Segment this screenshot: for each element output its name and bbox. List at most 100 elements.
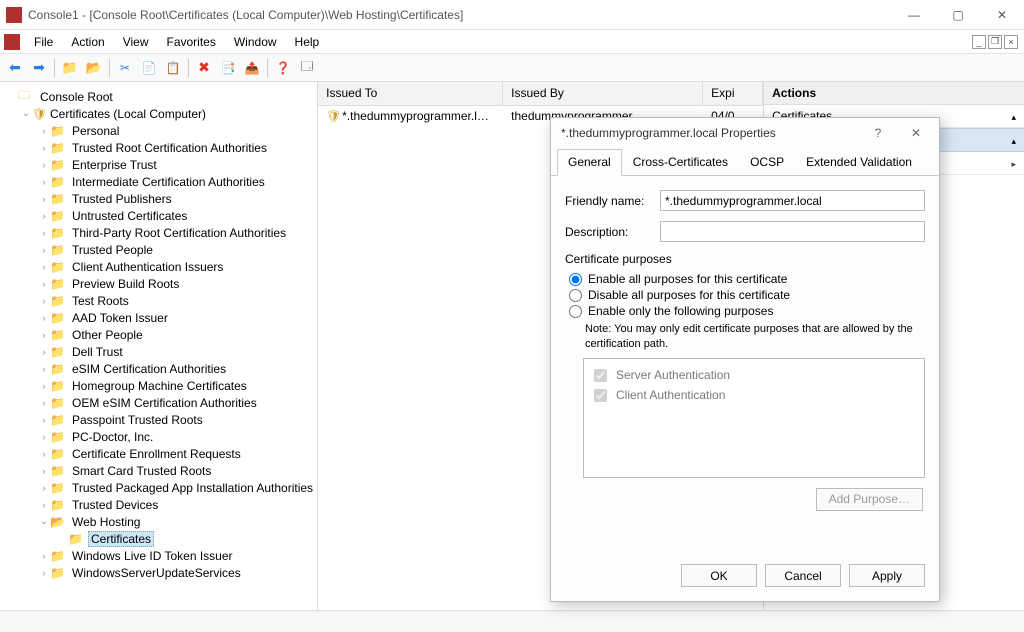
expand-icon[interactable]: › bbox=[38, 364, 50, 374]
expand-icon[interactable]: › bbox=[38, 347, 50, 357]
tree-node[interactable]: ›Preview Build Roots bbox=[2, 275, 315, 292]
tree-node[interactable]: ›Personal bbox=[2, 122, 315, 139]
menu-window[interactable]: Window bbox=[226, 33, 285, 51]
collapse-icon[interactable] bbox=[1011, 133, 1016, 147]
tree-node[interactable]: ›Homegroup Machine Certificates bbox=[2, 377, 315, 394]
expand-icon[interactable]: › bbox=[38, 449, 50, 459]
tree-node[interactable]: ›Windows Live ID Token Issuer bbox=[2, 547, 315, 564]
description-input[interactable] bbox=[660, 221, 925, 242]
expand-icon[interactable]: › bbox=[38, 262, 50, 272]
radio-enable-all[interactable]: Enable all purposes for this certificate bbox=[569, 272, 925, 286]
menu-help[interactable]: Help bbox=[287, 33, 328, 51]
tree-node[interactable]: ›Untrusted Certificates bbox=[2, 207, 315, 224]
radio-enable-all-input[interactable] bbox=[569, 273, 582, 286]
expand-icon[interactable]: › bbox=[38, 245, 50, 255]
expand-icon[interactable]: › bbox=[38, 330, 50, 340]
expand-icon[interactable]: › bbox=[38, 279, 50, 289]
up-button[interactable] bbox=[59, 57, 81, 79]
tree-web-hosting[interactable]: ⌄ Web Hosting bbox=[2, 513, 315, 530]
copy-button[interactable] bbox=[138, 57, 160, 79]
tree-node[interactable]: ›Smart Card Trusted Roots bbox=[2, 462, 315, 479]
menu-file[interactable]: File bbox=[26, 33, 61, 51]
tree-node[interactable]: ›Passpoint Trusted Roots bbox=[2, 411, 315, 428]
console-tree[interactable]: Console Root ⌄ Certificates (Local Compu… bbox=[0, 82, 318, 610]
cut-button[interactable] bbox=[114, 57, 136, 79]
tab-extended-validation[interactable]: Extended Validation bbox=[795, 149, 923, 176]
menu-action[interactable]: Action bbox=[63, 33, 112, 51]
tree-node[interactable]: ›Intermediate Certification Authorities bbox=[2, 173, 315, 190]
tree-certificates-leaf[interactable]: Certificates bbox=[2, 530, 315, 547]
tree-node[interactable]: ›PC-Doctor, Inc. bbox=[2, 428, 315, 445]
expand-icon[interactable]: › bbox=[38, 466, 50, 476]
back-button[interactable] bbox=[4, 57, 26, 79]
close-button[interactable]: ✕ bbox=[980, 0, 1024, 30]
radio-disable-all-input[interactable] bbox=[569, 289, 582, 302]
col-expiration[interactable]: Expi bbox=[703, 82, 763, 105]
cancel-button[interactable]: Cancel bbox=[765, 564, 841, 587]
tab-general[interactable]: General bbox=[557, 149, 622, 176]
expand-icon[interactable]: › bbox=[38, 432, 50, 442]
apply-button[interactable]: Apply bbox=[849, 564, 925, 587]
tree-node[interactable]: ›Enterprise Trust bbox=[2, 156, 315, 173]
tree-certificates-local[interactable]: ⌄ Certificates (Local Computer) bbox=[2, 105, 315, 122]
expand-icon[interactable]: › bbox=[38, 551, 50, 561]
tab-ocsp[interactable]: OCSP bbox=[739, 149, 795, 176]
tree-node[interactable]: ›Test Roots bbox=[2, 292, 315, 309]
maximize-button[interactable]: ▢ bbox=[936, 0, 980, 30]
menu-view[interactable]: View bbox=[115, 33, 157, 51]
expand-icon[interactable]: › bbox=[38, 211, 50, 221]
radio-enable-only-input[interactable] bbox=[569, 305, 582, 318]
expand-icon[interactable]: › bbox=[38, 500, 50, 510]
tree-node[interactable]: ›AAD Token Issuer bbox=[2, 309, 315, 326]
tree-node[interactable]: ›Trusted Root Certification Authorities bbox=[2, 139, 315, 156]
menu-favorites[interactable]: Favorites bbox=[159, 33, 224, 51]
tree-node[interactable]: ›Third-Party Root Certification Authorit… bbox=[2, 224, 315, 241]
tree-node[interactable]: ›WindowsServerUpdateServices bbox=[2, 564, 315, 581]
expand-icon[interactable]: › bbox=[38, 296, 50, 306]
tree-node[interactable]: ›Trusted People bbox=[2, 241, 315, 258]
radio-disable-all[interactable]: Disable all purposes for this certificat… bbox=[569, 288, 925, 302]
tree-node[interactable]: ›Trusted Packaged App Installation Autho… bbox=[2, 479, 315, 496]
expand-icon[interactable]: › bbox=[38, 228, 50, 238]
minimize-button[interactable]: — bbox=[892, 0, 936, 30]
properties-button[interactable] bbox=[217, 57, 239, 79]
ok-button[interactable]: OK bbox=[681, 564, 757, 587]
forward-button[interactable] bbox=[28, 57, 50, 79]
expand-icon[interactable]: › bbox=[38, 160, 50, 170]
expand-icon[interactable]: › bbox=[38, 177, 50, 187]
tab-cross-certificates[interactable]: Cross-Certificates bbox=[622, 149, 739, 176]
collapse-icon[interactable]: ⌄ bbox=[20, 108, 32, 119]
tree-node[interactable]: ›Trusted Devices bbox=[2, 496, 315, 513]
mdi-close-button[interactable]: × bbox=[1004, 35, 1018, 49]
collapse-icon[interactable]: ⌄ bbox=[38, 516, 50, 527]
expand-icon[interactable]: › bbox=[38, 313, 50, 323]
view-button[interactable] bbox=[296, 57, 318, 79]
tree-node[interactable]: ›OEM eSIM Certification Authorities bbox=[2, 394, 315, 411]
export-list-button[interactable] bbox=[241, 57, 263, 79]
dialog-close-button[interactable]: ✕ bbox=[897, 119, 935, 147]
expand-icon[interactable]: › bbox=[38, 483, 50, 493]
dialog-help-button[interactable]: ? bbox=[859, 119, 897, 147]
help-button[interactable] bbox=[272, 57, 294, 79]
delete-button[interactable] bbox=[193, 57, 215, 79]
collapse-icon[interactable] bbox=[1011, 109, 1016, 123]
expand-icon[interactable]: › bbox=[38, 398, 50, 408]
tree-console-root[interactable]: Console Root bbox=[2, 88, 315, 105]
tree-node[interactable]: ›Client Authentication Issuers bbox=[2, 258, 315, 275]
mdi-minimize-button[interactable]: _ bbox=[972, 35, 986, 49]
expand-icon[interactable]: › bbox=[38, 568, 50, 578]
tree-node[interactable]: ›Trusted Publishers bbox=[2, 190, 315, 207]
expand-icon[interactable]: › bbox=[38, 415, 50, 425]
expand-icon[interactable]: › bbox=[38, 126, 50, 136]
expand-icon[interactable]: › bbox=[38, 194, 50, 204]
expand-icon[interactable]: › bbox=[38, 381, 50, 391]
expand-icon[interactable]: › bbox=[38, 143, 50, 153]
tree-node[interactable]: ›Certificate Enrollment Requests bbox=[2, 445, 315, 462]
show-hide-tree-button[interactable] bbox=[83, 57, 105, 79]
paste-button[interactable] bbox=[162, 57, 184, 79]
tree-node[interactable]: ›Dell Trust bbox=[2, 343, 315, 360]
col-issued-to[interactable]: Issued To bbox=[318, 82, 503, 105]
tree-node[interactable]: ›Other People bbox=[2, 326, 315, 343]
friendly-name-input[interactable] bbox=[660, 190, 925, 211]
tree-node[interactable]: ›eSIM Certification Authorities bbox=[2, 360, 315, 377]
